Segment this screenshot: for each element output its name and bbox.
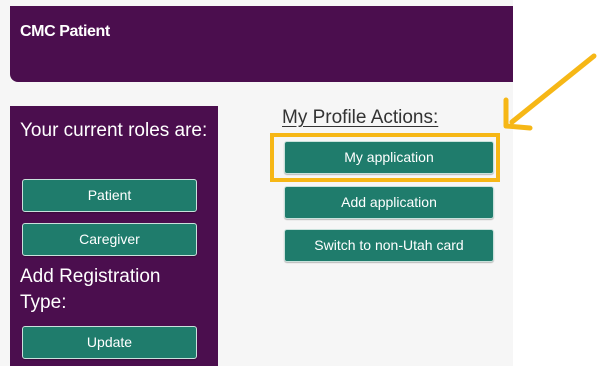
switch-card-button[interactable]: Switch to non-Utah card bbox=[284, 229, 494, 262]
header-bar: CMC Patient bbox=[10, 6, 513, 82]
roles-panel: Your current roles are: Patient Caregive… bbox=[10, 106, 218, 366]
add-registration-heading: Add Registration Type: bbox=[20, 266, 161, 313]
profile-actions-heading: My Profile Actions: bbox=[282, 107, 439, 128]
update-button[interactable]: Update bbox=[22, 326, 197, 359]
arrow-pointer-icon bbox=[503, 53, 597, 131]
add-application-button[interactable]: Add application bbox=[284, 186, 494, 219]
current-roles-heading: Your current roles are: bbox=[20, 120, 208, 141]
role-button-patient[interactable]: Patient bbox=[22, 179, 197, 212]
highlight-box bbox=[270, 133, 500, 182]
header-title: CMC Patient bbox=[20, 23, 110, 40]
role-button-caregiver[interactable]: Caregiver bbox=[22, 223, 197, 256]
